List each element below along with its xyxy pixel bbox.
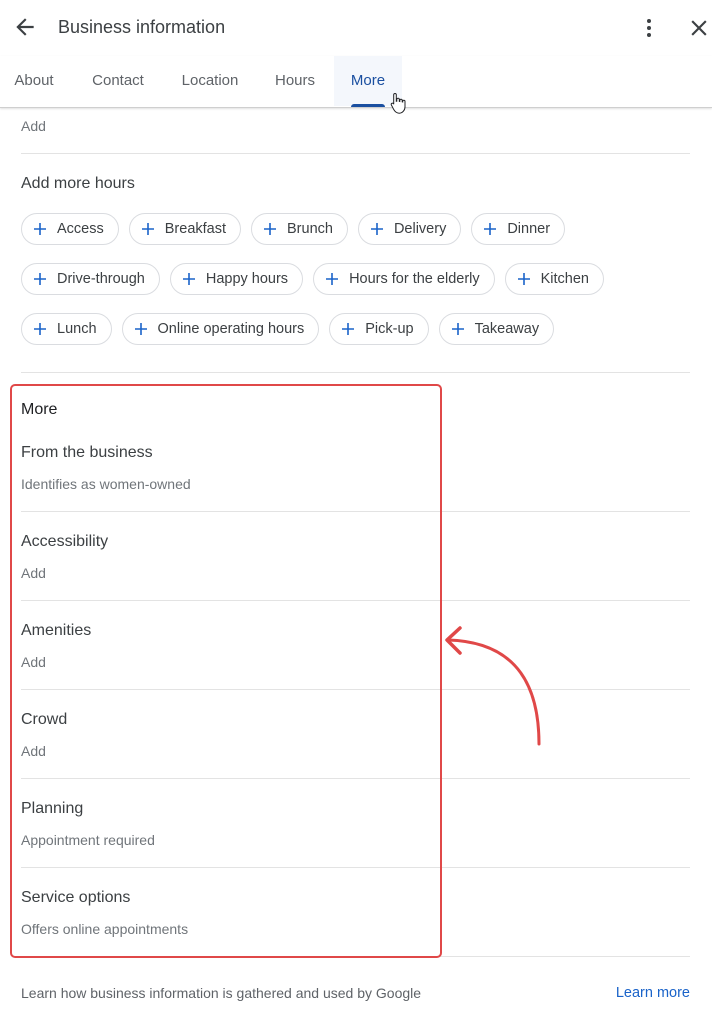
plus-icon	[134, 323, 147, 335]
tab-bar: About Contact Location Hours More	[0, 56, 712, 108]
chip-label: Drive-through	[57, 271, 145, 287]
annotation-curved-arrow-icon	[445, 626, 541, 746]
plus-icon	[326, 273, 339, 285]
item-service-options-title[interactable]: Service options	[21, 889, 130, 907]
chip-label: Brunch	[287, 221, 333, 237]
plus-icon	[370, 223, 383, 235]
item-amenities-title[interactable]: Amenities	[21, 622, 91, 640]
divider	[21, 153, 690, 154]
chip-label: Pick-up	[365, 321, 414, 337]
add-hours-chip-drive-through[interactable]: Drive-through	[21, 263, 160, 295]
tab-label: Hours	[274, 72, 315, 89]
tab-about[interactable]: About	[0, 56, 68, 106]
tab-label: Location	[181, 72, 239, 89]
active-tab-indicator	[351, 104, 385, 107]
back-button[interactable]	[12, 14, 38, 40]
chip-label: Access	[57, 221, 104, 237]
page-title: Business information	[58, 17, 226, 37]
divider	[21, 867, 690, 868]
header: Business information	[0, 0, 712, 56]
plus-icon	[34, 223, 46, 235]
more-section-heading: More	[21, 401, 58, 418]
arrow-left-icon	[16, 18, 34, 36]
chip-label: Kitchen	[540, 271, 589, 287]
tab-label: More	[350, 72, 386, 89]
chip-label: Takeaway	[474, 321, 540, 337]
plus-icon	[182, 273, 195, 285]
item-planning-value[interactable]: Appointment required	[21, 832, 155, 848]
hours-chip-group: Access Breakfast Brunch Delivery Dinner Drive…	[21, 213, 701, 363]
add-hours-chip-dinner[interactable]: Dinner	[471, 213, 566, 245]
plus-icon	[342, 323, 355, 335]
item-accessibility-value[interactable]: Add	[21, 565, 46, 581]
plus-icon	[517, 273, 530, 285]
chip-label: Online operating hours	[157, 321, 305, 337]
divider	[21, 689, 690, 690]
chip-row: Drive-through Happy hours Hours for the el…	[21, 263, 701, 295]
hand-cursor-icon	[390, 92, 406, 114]
add-hours-chip-breakfast[interactable]: Breakfast	[128, 213, 241, 245]
plus-icon	[34, 323, 46, 335]
learn-more-link[interactable]: Learn more	[616, 985, 690, 1001]
footer-info-text: Learn how business information is gather…	[21, 985, 422, 1001]
add-hours-chip-happy-hours[interactable]: Happy hours	[169, 263, 304, 295]
item-crowd-title[interactable]: Crowd	[21, 711, 67, 729]
chip-label: Breakfast	[164, 221, 226, 237]
item-crowd-value[interactable]: Add	[21, 743, 46, 759]
add-hours-chip-brunch[interactable]: Brunch	[251, 213, 348, 245]
add-hours-chip-lunch[interactable]: Lunch	[21, 313, 112, 345]
close-icon	[691, 20, 707, 36]
add-hours-chip-kitchen[interactable]: Kitchen	[504, 263, 604, 295]
chip-label: Happy hours	[205, 271, 289, 287]
add-hours-chip-online-operating-hours[interactable]: Online operating hours	[121, 313, 320, 345]
divider	[21, 778, 690, 779]
tab-contact[interactable]: Contact	[80, 56, 156, 106]
add-hours-link[interactable]: Add	[21, 118, 46, 134]
item-planning-title[interactable]: Planning	[21, 800, 83, 818]
plus-icon	[484, 223, 497, 235]
tab-label: Contact	[92, 72, 144, 89]
item-from-the-business-value[interactable]: Identifies as women-owned	[21, 476, 191, 492]
add-hours-chip-access[interactable]: Access	[21, 213, 119, 245]
chip-row: Lunch Online operating hours Pick-up Takeaw…	[21, 313, 701, 345]
divider	[21, 956, 690, 957]
add-hours-chip-takeaway[interactable]: Takeaway	[438, 313, 555, 345]
chip-label: Hours for the elderly	[349, 271, 480, 287]
tab-label: About	[14, 72, 54, 89]
chip-label: Delivery	[393, 221, 447, 237]
tab-location[interactable]: Location	[170, 56, 250, 106]
plus-icon	[264, 223, 276, 235]
more-options-button[interactable]	[638, 14, 660, 42]
tab-hours[interactable]: Hours	[264, 56, 326, 106]
plus-icon	[451, 323, 464, 335]
divider	[21, 600, 690, 601]
item-amenities-value[interactable]: Add	[21, 654, 46, 670]
close-button[interactable]	[686, 15, 712, 41]
more-vert-icon	[647, 19, 651, 37]
divider	[21, 511, 690, 512]
item-service-options-value[interactable]: Offers online appointments	[21, 921, 188, 937]
plus-icon	[34, 273, 46, 285]
add-more-hours-title: Add more hours	[21, 175, 135, 192]
chip-row: Access Breakfast Brunch Delivery Dinner	[21, 213, 701, 245]
item-accessibility-title[interactable]: Accessibility	[21, 533, 108, 551]
divider	[21, 372, 690, 373]
add-hours-chip-hours-for-the-elderly[interactable]: Hours for the elderly	[313, 263, 495, 295]
item-from-the-business-title[interactable]: From the business	[21, 444, 153, 462]
add-hours-chip-delivery[interactable]: Delivery	[357, 213, 462, 245]
chip-label: Dinner	[507, 221, 551, 237]
add-hours-chip-pick-up[interactable]: Pick-up	[329, 313, 429, 345]
plus-icon	[141, 223, 154, 235]
annotation-highlight-box	[10, 384, 442, 958]
chip-label: Lunch	[57, 321, 97, 337]
